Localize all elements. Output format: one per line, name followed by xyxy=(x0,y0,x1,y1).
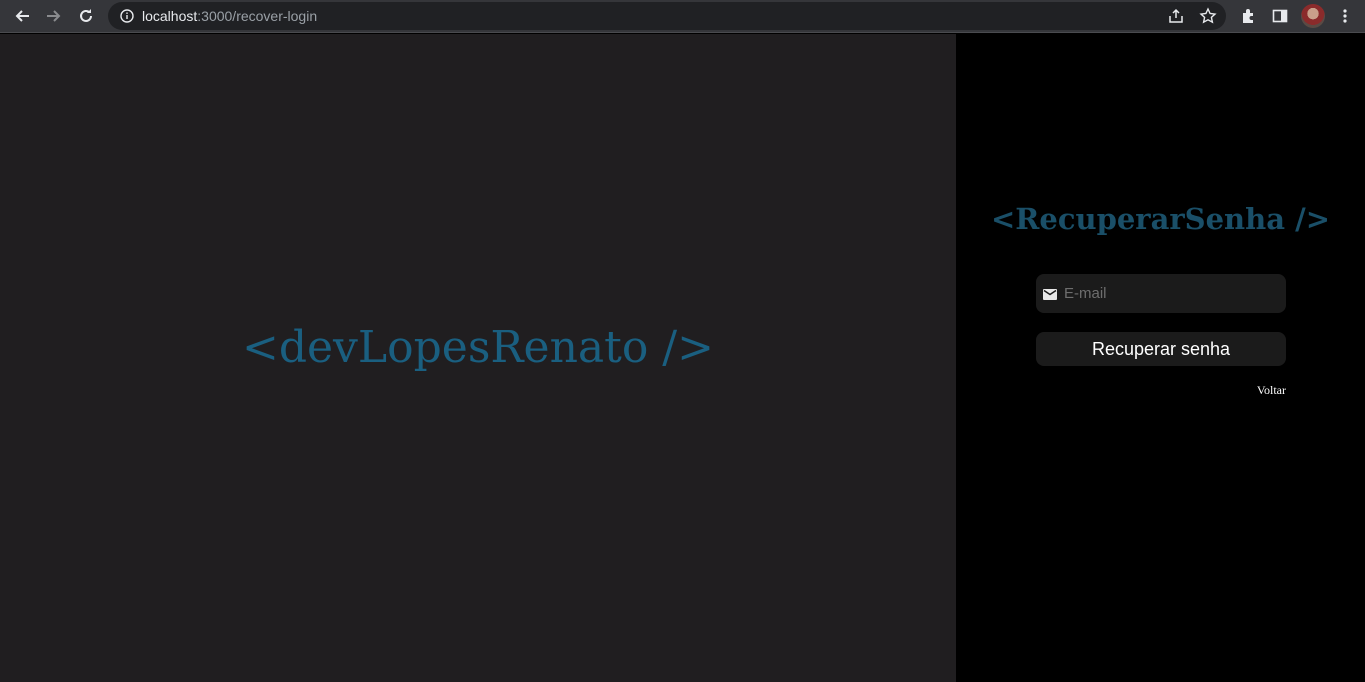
url-path: :3000/recover-login xyxy=(197,8,318,24)
share-icon[interactable] xyxy=(1167,7,1185,30)
back-link[interactable]: Voltar xyxy=(1236,383,1286,398)
recover-password-button[interactable]: Recuperar senha xyxy=(1036,332,1286,366)
address-bar[interactable]: localhost:3000/recover-login xyxy=(108,2,1226,30)
browser-toolbar: localhost:3000/recover-login xyxy=(0,0,1365,33)
menu-icon[interactable] xyxy=(1332,4,1358,28)
extensions-icon[interactable] xyxy=(1235,4,1261,28)
info-icon[interactable] xyxy=(120,9,134,28)
brand-logo-text: <devLopesRenato /> xyxy=(241,322,714,373)
brand-panel: <devLopesRenato /> xyxy=(0,34,956,682)
star-icon[interactable] xyxy=(1199,7,1217,30)
page: <devLopesRenato /> <RecuperarSenha /> Re… xyxy=(0,34,1365,682)
url-host: localhost xyxy=(142,8,198,24)
side-panel-icon[interactable] xyxy=(1267,4,1293,28)
avatar[interactable] xyxy=(1301,4,1325,28)
back-icon[interactable] xyxy=(9,4,35,28)
reload-icon[interactable] xyxy=(73,4,99,28)
email-field[interactable] xyxy=(1036,274,1286,313)
url-text[interactable]: localhost:3000/recover-login xyxy=(142,8,317,24)
recover-form-panel: <RecuperarSenha /> Recuperar senha Volta… xyxy=(956,34,1365,682)
forward-icon[interactable] xyxy=(41,4,67,28)
mail-icon xyxy=(1043,287,1057,305)
email-input[interactable] xyxy=(1064,274,1282,313)
form-title: <RecuperarSenha /> xyxy=(990,202,1330,236)
